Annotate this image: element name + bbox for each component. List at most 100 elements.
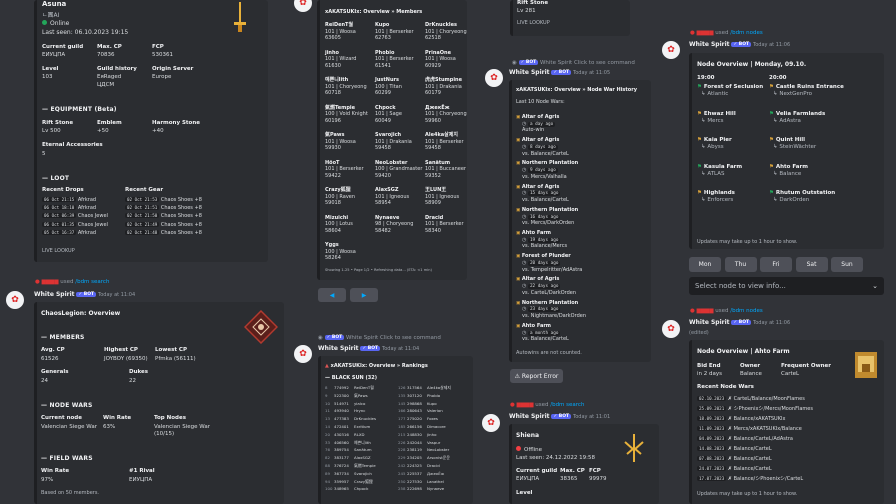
player-name[interactable]: Asuna xyxy=(42,0,66,9)
members-header: — MEMBERS xyxy=(41,334,85,341)
recent-war-date: 25.09.2021 xyxy=(697,406,727,411)
reply-username[interactable]: ▆▆▆▆ xyxy=(42,279,59,285)
day-button-sun[interactable]: Sun xyxy=(831,257,863,272)
search-bot-name[interactable]: White Spirit xyxy=(509,413,550,420)
bot-avatar-top[interactable]: ✿ xyxy=(294,0,312,12)
rank-row: 89 367734 Svarojich xyxy=(325,470,397,478)
loot-header: — LOOT xyxy=(42,175,70,182)
ahto-reply-command[interactable]: /bdm nodes xyxy=(730,308,763,314)
member-cp: 59458 xyxy=(375,145,391,151)
current-guild: ЕИУЦПА xyxy=(42,52,66,58)
prev-page-button[interactable]: ◀ xyxy=(318,288,346,302)
ahto-bot-name[interactable]: White Spirit xyxy=(689,319,730,326)
war-when: ◷ a month ago xyxy=(516,330,648,337)
generals-label: Generals xyxy=(41,369,69,375)
harmony-label: Harmony Stone xyxy=(152,120,200,126)
nodes-bot-avatar[interactable]: ✿ xyxy=(662,41,680,59)
war-vs: vs. Tempelritter/AdAstra xyxy=(522,266,583,273)
command-reply-line: ● ▆▆▆▆ used /bdm search xyxy=(35,279,109,285)
rank-pos: 229 xyxy=(398,455,406,461)
search-bot-tag: ✓ BOT xyxy=(551,413,572,420)
nodes-reply-command[interactable]: /bdm nodes xyxy=(730,30,763,36)
rank-pos: 145 xyxy=(398,400,406,406)
rank-reply-bot[interactable]: White Spirit xyxy=(346,335,378,341)
nodes-reply-username[interactable]: ▆▆▆▆ xyxy=(697,30,714,36)
recent-war-row: 11.09.2023 ✗ Mercs/xAKATSUKIx/Balance xyxy=(697,424,882,434)
war-when: ◷ 22 days ago xyxy=(516,283,648,290)
rank-pos: 100 xyxy=(325,486,333,492)
next-page-button[interactable]: ▶ xyxy=(350,288,378,302)
member-cell: 虎虎Stumpine 101 | Drakania 60179 xyxy=(425,77,467,97)
node-name-text: Castle Ruins Entrance xyxy=(775,84,844,90)
rank-row: 11 493940 Hrync xyxy=(325,407,397,415)
fcp: 530361 xyxy=(152,52,173,58)
rank-bot-avatar[interactable]: ✿ xyxy=(294,345,312,363)
node-name-text: Kasula Farm xyxy=(703,163,743,170)
flag-icon: ⚑ xyxy=(697,137,704,143)
member-name: 虎虎Stumpine xyxy=(425,77,463,83)
rank-name: Foxes xyxy=(427,416,438,422)
war-node: ▣ Altar of Agris xyxy=(516,137,648,144)
member-cell: Phobio 101 | Berserker 61541 xyxy=(375,50,423,70)
family-name: ㄴ團AI xyxy=(42,12,60,19)
report-error-button[interactable]: ⚠ Report Error xyxy=(510,369,563,383)
guild2: ЕИУЦПА xyxy=(516,476,540,482)
cross-icon: ✗ xyxy=(726,416,734,422)
owner: Balance xyxy=(740,371,762,377)
day-button-sat[interactable]: Sat xyxy=(795,257,828,272)
player-embed: Asuna ㄴ團AI Online Last seen: 06.10.2023 … xyxy=(34,0,268,262)
rank-pos: 82 xyxy=(325,455,330,461)
member-cell: JustNurs 100 | Titan 60299 xyxy=(375,77,423,97)
node-select[interactable]: Select node to view info... ⌄ xyxy=(689,277,884,295)
search-reply-username[interactable]: ▆▆▆▆ xyxy=(517,402,534,408)
nodes-bot-name[interactable]: White Spirit xyxy=(689,41,730,48)
flag-icon: ⚑ xyxy=(697,190,704,196)
ahto-reply-username[interactable]: ▆▆▆▆ xyxy=(697,308,714,314)
history-bot-time: Today at 11:05 xyxy=(573,70,611,76)
history-reply-bot[interactable]: White Spirit xyxy=(540,60,572,66)
search-reply-command[interactable]: /bdm search xyxy=(550,402,584,408)
recent-war-row: 07.08.2023 ✗ Balance/CarteL xyxy=(697,454,882,464)
drop-item-name: Afrkrad xyxy=(76,205,97,212)
based-on-note: Based on 50 members. xyxy=(41,490,100,496)
history-reply-line: ◉ ✓ BOT White Spirit Click to see comman… xyxy=(512,60,635,66)
user-icon: ● xyxy=(35,279,40,285)
history-bot-name[interactable]: White Spirit xyxy=(509,69,550,76)
gear-item-date: 02 Oct 21:48 xyxy=(125,229,160,235)
history-reply-badge: ✓ BOT xyxy=(518,60,539,65)
history-bot-avatar[interactable]: ✿ xyxy=(485,69,503,87)
rank-score: 317564 xyxy=(407,385,422,390)
war-when-text: 8 days ago xyxy=(527,145,558,151)
rank-bot-name[interactable]: White Spirit xyxy=(318,345,359,352)
day-button-thu[interactable]: Thu xyxy=(724,257,757,272)
member-cp: 61541 xyxy=(375,62,391,69)
player2-name[interactable]: Shiena xyxy=(516,432,539,440)
bot-avatar[interactable]: ✿ xyxy=(6,291,24,309)
node-guild: ↳ Abyss xyxy=(701,144,724,151)
bot-name[interactable]: White Spirit xyxy=(34,291,75,298)
members-title: xAKATSUKIx: Overview » Members xyxy=(325,9,423,15)
day-button-mon[interactable]: Mon xyxy=(689,257,721,272)
bot-badge: ✓ BOT xyxy=(76,291,97,298)
history-click-command[interactable]: Click to see command xyxy=(574,60,635,66)
rank-name: AlaxSGZ xyxy=(354,455,371,461)
top-nodes-label: Top Nodes xyxy=(154,415,186,421)
member-cp: 59960 xyxy=(425,117,441,124)
ahto-bot-avatar[interactable]: ✿ xyxy=(662,320,680,338)
rank-name: NeoLobster xyxy=(427,447,450,453)
reply-command[interactable]: /bdm search xyxy=(75,279,109,285)
war-when-text: 20 days ago xyxy=(527,260,561,266)
cross-icon: ✗ xyxy=(726,476,734,482)
rank-row: 226 242044 Vaspur xyxy=(398,439,470,447)
search-bot-avatar[interactable]: ✿ xyxy=(482,414,500,432)
day-button-fri[interactable]: Fri xyxy=(760,257,792,272)
rank-name: DrKnuckles xyxy=(354,416,376,422)
equipment-header: — EQUIPMENT (Beta) xyxy=(42,106,117,113)
recent-war-guilds: Balance/CarteL xyxy=(733,456,772,462)
max-cp: 70836 xyxy=(97,52,115,58)
rank-click-command[interactable]: Click to see command xyxy=(380,335,441,341)
member-cell: Chpock 101 | Sage 60049 xyxy=(375,105,423,125)
member-cell: Ale4ka살제지 101 | Berserker 59458 xyxy=(425,132,467,152)
search-reply-used: used xyxy=(535,402,549,408)
rank-name: 氣Paws xyxy=(354,392,368,398)
